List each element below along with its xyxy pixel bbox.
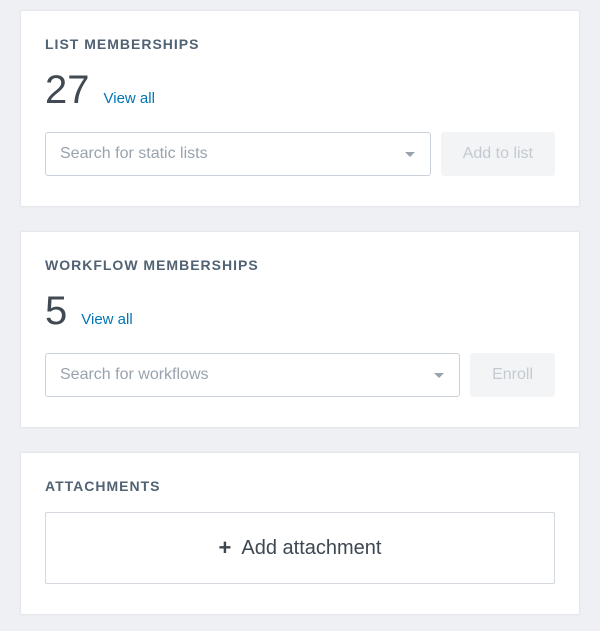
add-to-list-button[interactable]: Add to list <box>441 132 555 176</box>
workflow-controls: Search for workflows Enroll <box>45 353 555 397</box>
workflow-search-placeholder: Search for workflows <box>60 366 433 384</box>
workflow-memberships-card: WORKFLOW MEMBERSHIPS 5 View all Search f… <box>20 231 580 428</box>
list-memberships-title: LIST MEMBERSHIPS <box>45 36 555 52</box>
chevron-down-icon <box>433 372 445 379</box>
list-controls: Search for static lists Add to list <box>45 132 555 176</box>
plus-icon: + <box>219 537 232 559</box>
list-count-row: 27 View all <box>45 70 555 110</box>
list-search-select[interactable]: Search for static lists <box>45 132 431 176</box>
workflow-view-all-link[interactable]: View all <box>81 311 132 328</box>
workflow-count-row: 5 View all <box>45 291 555 331</box>
add-attachment-label: Add attachment <box>241 537 381 560</box>
enroll-button[interactable]: Enroll <box>470 353 555 397</box>
attachments-card: ATTACHMENTS + Add attachment <box>20 452 580 615</box>
list-view-all-link[interactable]: View all <box>104 90 155 107</box>
chevron-down-icon <box>404 151 416 158</box>
list-memberships-card: LIST MEMBERSHIPS 27 View all Search for … <box>20 10 580 207</box>
workflow-memberships-title: WORKFLOW MEMBERSHIPS <box>45 257 555 273</box>
workflow-count: 5 <box>45 291 67 331</box>
workflow-search-select[interactable]: Search for workflows <box>45 353 460 397</box>
attachments-title: ATTACHMENTS <box>45 478 555 494</box>
list-search-placeholder: Search for static lists <box>60 145 404 163</box>
add-attachment-button[interactable]: + Add attachment <box>45 512 555 584</box>
list-count: 27 <box>45 70 90 110</box>
